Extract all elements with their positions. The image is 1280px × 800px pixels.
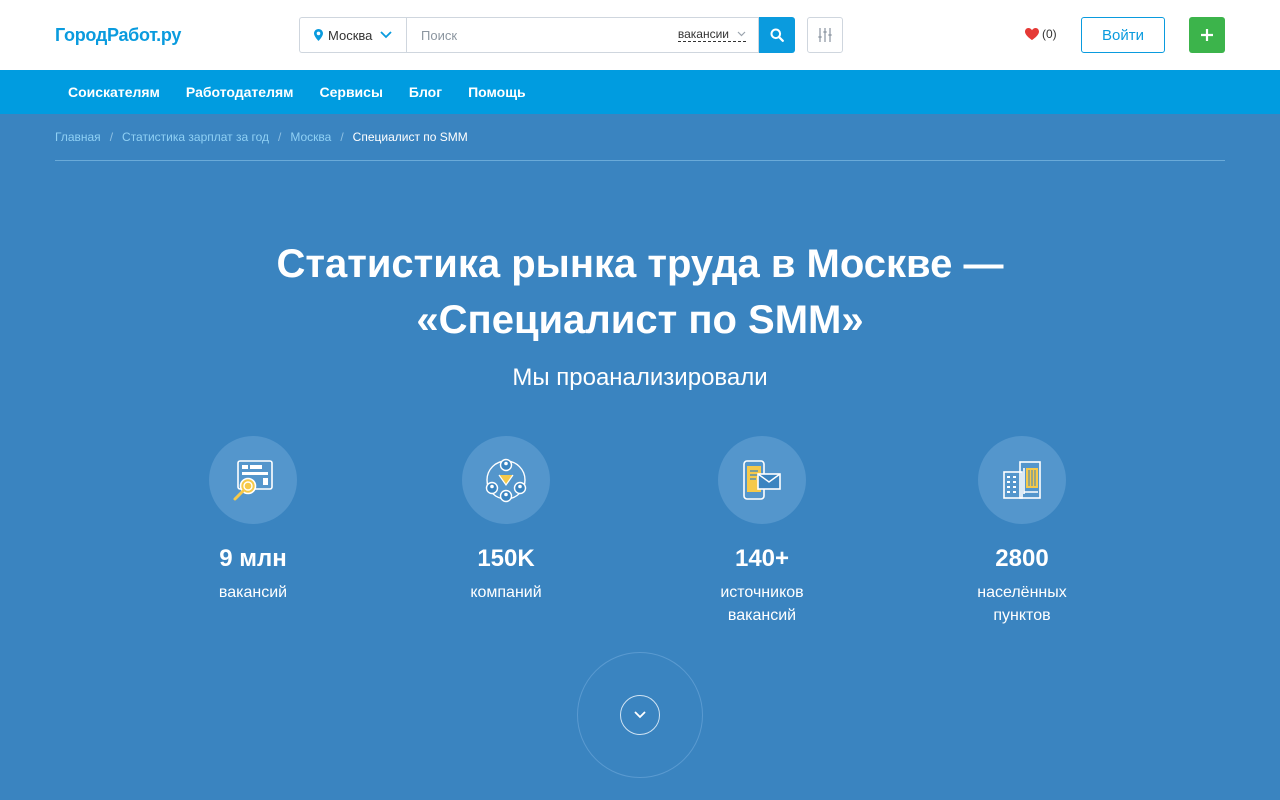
breadcrumb-salary-stats[interactable]: Статистика зарплат за год — [122, 130, 269, 144]
favorites-count: (0) — [1042, 27, 1057, 41]
breadcrumb: Главная / Статистика зарплат за год / Мо… — [55, 130, 468, 144]
nav-item-blog[interactable]: Блог — [396, 70, 455, 114]
filters-button[interactable] — [807, 17, 843, 53]
site-logo[interactable]: ГородРабот.ру — [55, 25, 181, 46]
stat-icon-circle — [462, 436, 550, 524]
stat-label-line-2: вакансий — [727, 607, 797, 624]
search-type-dropdown[interactable]: вакансии — [677, 27, 746, 42]
stat-label-line-1: компаний — [470, 584, 542, 601]
search-bar: Москва вакансии — [299, 17, 795, 53]
breadcrumb-home[interactable]: Главная — [55, 130, 101, 144]
stat-value: 2800 — [995, 545, 1049, 572]
site-header: ГородРабот.ру Москва вакансии (0) Войти — [0, 0, 1280, 70]
buildings-icon — [1003, 461, 1041, 499]
favorites-link[interactable]: (0) — [1025, 27, 1057, 41]
chevron-down-icon — [634, 711, 646, 719]
stat-icon-circle — [209, 436, 297, 524]
nav-item-help[interactable]: Помощь — [455, 70, 539, 114]
location-pin-icon — [314, 29, 323, 41]
stat-label-line-1: населённых — [977, 584, 1067, 601]
stat-label: населённых пунктов — [922, 581, 1122, 627]
nav-item-services[interactable]: Сервисы — [307, 70, 396, 114]
nav-item-employers[interactable]: Работодателям — [173, 70, 307, 114]
search-input[interactable] — [421, 27, 661, 43]
breadcrumb-city[interactable]: Москва — [290, 130, 331, 144]
page-title-line-1: Статистика рынка труда в Москве — — [276, 242, 1004, 286]
stat-label-line-2: пунктов — [993, 607, 1051, 624]
page-title-line-2: «Специалист по SMM» — [416, 298, 864, 342]
plus-icon — [1201, 29, 1213, 41]
stat-settlements: 2800 населённых пунктов — [922, 436, 1122, 627]
stat-icon-circle — [718, 436, 806, 524]
stat-value: 140+ — [734, 545, 790, 572]
stat-label-line-1: вакансий — [218, 584, 288, 601]
chevron-down-icon — [737, 31, 746, 36]
heart-icon — [1025, 28, 1039, 40]
nav-item-jobseekers[interactable]: Соискателям — [55, 70, 173, 114]
page-title: Статистика рынка труда в Москве — «Специ… — [0, 236, 1280, 348]
sources-phone-mail-icon — [743, 460, 781, 500]
stat-icon-circle — [978, 436, 1066, 524]
companies-network-icon — [485, 458, 527, 503]
city-label: Москва — [328, 27, 373, 43]
breadcrumb-separator: / — [340, 130, 344, 144]
stat-vacancies: 9 млн вакансий — [153, 436, 353, 604]
breadcrumb-divider — [55, 160, 1225, 161]
page-subtitle: Мы проанализировали — [512, 364, 768, 391]
chevron-down-icon — [380, 31, 393, 39]
breadcrumb-separator: / — [109, 130, 114, 144]
search-button[interactable] — [759, 17, 795, 53]
stat-companies: 150K компаний — [406, 436, 606, 604]
stat-value: 9 млн — [219, 545, 287, 572]
stat-label: вакансий — [153, 581, 353, 604]
breadcrumb-separator: / — [278, 130, 282, 144]
scroll-down-button[interactable] — [620, 695, 660, 735]
stat-label: компаний — [406, 581, 606, 604]
add-button[interactable] — [1189, 17, 1225, 53]
breadcrumb-current: Специалист по SMM — [352, 130, 468, 144]
city-selector[interactable]: Москва — [299, 17, 406, 53]
search-icon — [770, 28, 784, 42]
search-type-label: вакансии — [677, 27, 729, 41]
stat-sources: 140+ источников вакансий — [662, 436, 862, 627]
search-field: вакансии — [406, 17, 759, 53]
sliders-icon — [818, 28, 832, 42]
main-nav: Соискателям Работодателям Сервисы Блог П… — [0, 70, 1280, 114]
login-button[interactable]: Войти — [1081, 17, 1165, 53]
vacancy-search-icon — [233, 460, 273, 501]
stat-label-line-1: источников — [720, 584, 804, 601]
stat-value: 150K — [477, 545, 535, 572]
stat-label: источников вакансий — [662, 581, 862, 627]
